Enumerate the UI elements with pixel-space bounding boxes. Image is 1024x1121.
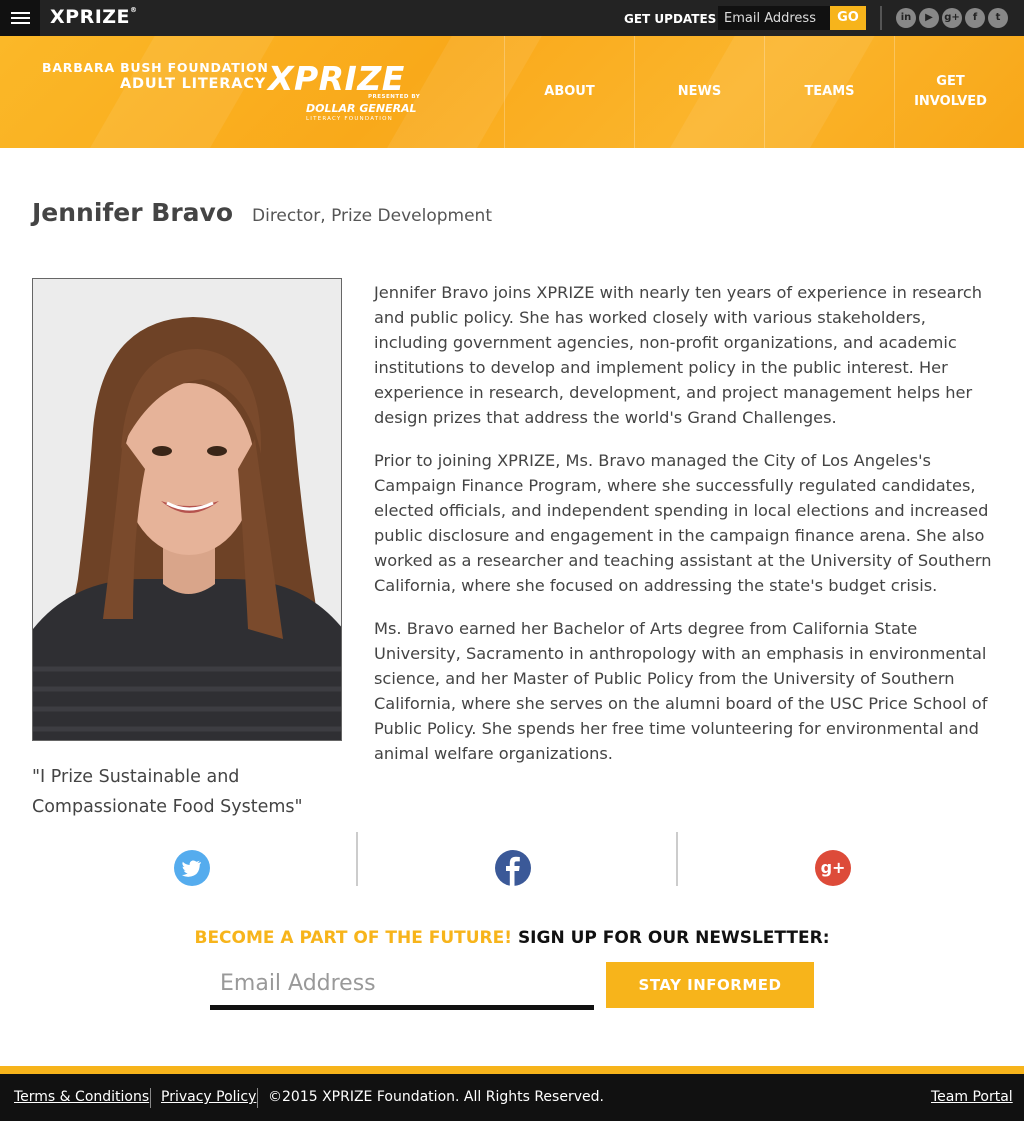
footer-separator <box>257 1088 258 1108</box>
copyright: ©2015 XPRIZE Foundation. All Rights Rese… <box>268 1089 604 1105</box>
googleplus-icon[interactable]: g+ <box>815 850 851 886</box>
profile-name: Jennifer Bravo <box>32 198 234 227</box>
facebook-icon[interactable]: f <box>965 8 985 28</box>
profile-title: Director, Prize Development <box>252 206 492 226</box>
sponsor-subtitle: LITERACY FOUNDATION <box>306 116 393 122</box>
linkedin-icon[interactable]: in <box>896 8 916 28</box>
top-divider <box>880 6 882 30</box>
hamburger-menu-icon[interactable] <box>0 0 40 36</box>
brand-xprize: XPRIZE <box>268 59 405 98</box>
site-header: BARBARA BUSH FOUNDATION ADULT LITERACY X… <box>0 36 1024 148</box>
newsletter-title: BECOME A PART OF THE FUTURE! SIGN UP FOR… <box>0 928 1024 948</box>
get-updates-label: GET UPDATES <box>624 12 717 26</box>
nav-news[interactable]: NEWS <box>634 36 764 148</box>
profile-bio: Jennifer Bravo joins XPRIZE with nearly … <box>374 280 996 784</box>
twitter-icon[interactable]: t <box>988 8 1008 28</box>
xprize-logo[interactable]: XPRIZE® <box>50 6 138 28</box>
privacy-link[interactable]: Privacy Policy <box>161 1089 256 1105</box>
twitter-icon[interactable] <box>174 850 210 886</box>
nav-teams[interactable]: TEAMS <box>764 36 894 148</box>
presented-by: PRESENTED BY <box>368 94 421 100</box>
team-portal-link[interactable]: Team Portal <box>931 1089 1013 1105</box>
nav-get-involved[interactable]: GET INVOLVED <box>894 36 1006 148</box>
bio-paragraph: Prior to joining XPRIZE, Ms. Bravo manag… <box>374 451 992 595</box>
profile-quote: "I Prize Sustainable and Compassionate F… <box>32 767 303 817</box>
share-divider <box>676 832 678 886</box>
newsletter-email-input[interactable] <box>210 962 594 1010</box>
facebook-icon[interactable] <box>495 850 531 886</box>
top-bar: XPRIZE® GET UPDATES GO in ▶ g+ f t <box>0 0 1024 36</box>
sponsor-name: DOLLAR GENERAL <box>306 102 417 115</box>
newsletter-title-rest: SIGN UP FOR OUR NEWSLETTER: <box>517 928 830 948</box>
youtube-icon[interactable]: ▶ <box>919 8 939 28</box>
googleplus-icon[interactable]: g+ <box>942 8 962 28</box>
terms-link[interactable]: Terms & Conditions <box>14 1089 149 1105</box>
newsletter-title-highlight: BECOME A PART OF THE FUTURE! <box>194 928 513 948</box>
footer-stripe <box>0 1066 1024 1074</box>
go-button[interactable]: GO <box>830 6 866 30</box>
stay-informed-button[interactable]: STAY INFORMED <box>606 962 814 1008</box>
top-email-input[interactable] <box>718 6 830 30</box>
profile-photo <box>32 278 342 741</box>
bio-paragraph: Ms. Bravo earned her Bachelor of Arts de… <box>374 619 988 763</box>
nav-about[interactable]: ABOUT <box>504 36 634 148</box>
footer-separator <box>150 1088 151 1108</box>
share-divider <box>356 832 358 886</box>
site-footer: Terms & Conditions Privacy Policy ©2015 … <box>0 1074 1024 1121</box>
brand-line2: ADULT LITERACY <box>120 76 266 92</box>
brand-line1: BARBARA BUSH FOUNDATION <box>42 60 269 75</box>
bio-paragraph: Jennifer Bravo joins XPRIZE with nearly … <box>374 283 983 427</box>
